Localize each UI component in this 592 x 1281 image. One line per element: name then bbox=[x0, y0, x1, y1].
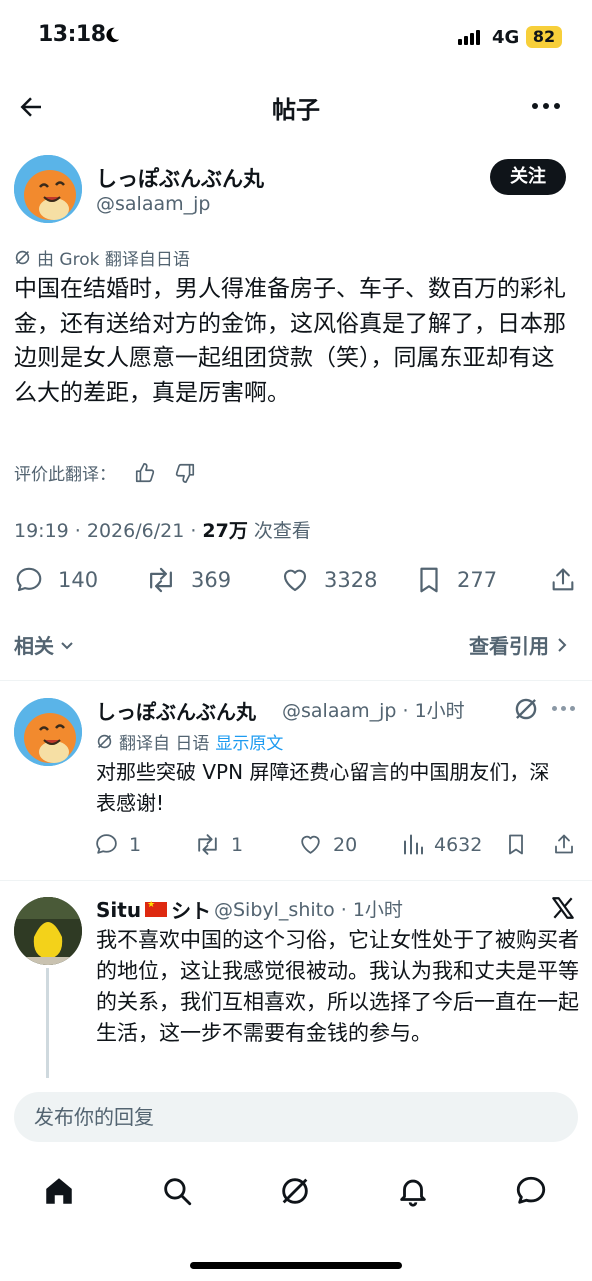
cellular-signal-icon bbox=[458, 30, 480, 45]
bookmark-icon bbox=[415, 565, 443, 595]
status-time: 13:18 bbox=[38, 22, 106, 47]
x-logo-icon[interactable] bbox=[550, 895, 576, 921]
reply-icon bbox=[94, 832, 119, 857]
divider bbox=[0, 880, 592, 881]
reply-author-name[interactable]: しっぽぶんぶん丸 bbox=[96, 696, 256, 725]
reply-reply-count: 1 bbox=[129, 833, 142, 856]
reply-more-options-icon[interactable] bbox=[552, 706, 575, 711]
post-timestamp: 19:19 · 2026/6/21 · bbox=[14, 520, 203, 542]
reply-repost-action[interactable]: 1 bbox=[194, 832, 243, 857]
heart-icon bbox=[298, 832, 323, 857]
reply2-author-avatar[interactable] bbox=[14, 897, 82, 965]
reply-views-action[interactable]: 4632 bbox=[402, 832, 482, 857]
page-title: 帖子 bbox=[272, 96, 320, 124]
author-avatar[interactable] bbox=[14, 155, 82, 223]
repost-count: 369 bbox=[191, 568, 232, 592]
reply-repost-count: 1 bbox=[231, 833, 244, 856]
reply-author-handle[interactable]: @salaam_jp · 1小时 bbox=[282, 696, 465, 723]
views-chart-icon bbox=[402, 832, 424, 857]
thread-line bbox=[46, 968, 49, 1080]
view-count: 27万 bbox=[202, 520, 248, 542]
reply-like-count: 20 bbox=[333, 833, 358, 856]
reply-input[interactable]: 发布你的回复 bbox=[14, 1092, 578, 1142]
divider bbox=[0, 680, 592, 681]
bookmark-action[interactable]: 277 bbox=[415, 565, 497, 595]
follow-button[interactable]: 关注 bbox=[490, 159, 566, 195]
reply-author-avatar[interactable] bbox=[14, 698, 82, 766]
chevron-down-icon bbox=[59, 637, 75, 653]
view-quotes-label: 查看引用 bbox=[469, 634, 549, 658]
repost-icon bbox=[145, 565, 177, 595]
reply-body: 对那些突破 VPN 屏障还费心留言的中国朋友们，深表感谢! bbox=[96, 760, 550, 815]
reply-reply-action[interactable]: 1 bbox=[94, 832, 141, 857]
author-handle[interactable]: @salaam_jp bbox=[96, 193, 210, 215]
repost-action[interactable]: 369 bbox=[145, 565, 231, 595]
post-body: 中国在结婚时，男人得准备房子、车子、数百万的彩礼金，还有送给对方的金饰，这风俗真… bbox=[14, 276, 566, 406]
reply-translation-row: 翻译自 日语 显示原文 bbox=[96, 729, 283, 754]
author-name[interactable]: しっぽぶんぶん丸 bbox=[96, 163, 264, 193]
like-action[interactable]: 3328 bbox=[280, 565, 377, 595]
reply2-body: 我不喜欢中国的这个习俗，它让女性处于了被购买者的地位，这让我感觉很被动。我认为我… bbox=[96, 928, 579, 1045]
grok-icon[interactable] bbox=[513, 696, 539, 722]
view-quotes-link[interactable]: 查看引用 bbox=[469, 630, 569, 659]
grok-small-icon bbox=[96, 733, 113, 750]
reply2-author-name-suffix: シト bbox=[171, 899, 212, 923]
chevron-right-icon bbox=[555, 637, 569, 653]
repost-icon bbox=[194, 832, 221, 857]
like-count: 3328 bbox=[324, 568, 378, 592]
reply2-author-name-prefix: Situ bbox=[96, 897, 142, 922]
view-count-label: 次查看 bbox=[247, 520, 311, 542]
thumbs-up-icon[interactable] bbox=[134, 462, 156, 484]
reply-count: 140 bbox=[58, 568, 99, 592]
reply-bookmark-icon[interactable] bbox=[505, 832, 527, 857]
reply-translated-label: 翻译自 日语 bbox=[119, 734, 210, 754]
messages-icon[interactable] bbox=[514, 1174, 548, 1208]
show-original-link[interactable]: 显示原文 bbox=[215, 729, 283, 754]
related-toggle[interactable]: 相关 bbox=[14, 630, 75, 659]
rate-translation-label: 评价此翻译： bbox=[14, 465, 116, 485]
china-flag-icon bbox=[145, 900, 168, 917]
search-icon[interactable] bbox=[160, 1174, 194, 1208]
reply-icon bbox=[14, 565, 44, 595]
post-meta: 19:19 · 2026/6/21 · 27万 次查看 bbox=[14, 516, 311, 543]
grok-icon bbox=[14, 249, 31, 266]
notifications-bell-icon[interactable] bbox=[396, 1174, 430, 1208]
do-not-disturb-moon-icon bbox=[103, 26, 121, 44]
translation-attribution: 由 Grok 翻译自日语 bbox=[14, 245, 190, 270]
translation-attribution-label: 由 Grok 翻译自日语 bbox=[37, 250, 190, 270]
more-options-icon[interactable] bbox=[532, 103, 560, 109]
heart-icon bbox=[280, 565, 310, 595]
share-icon[interactable] bbox=[549, 565, 577, 595]
rate-translation: 评价此翻译： bbox=[14, 460, 196, 485]
home-icon[interactable] bbox=[42, 1174, 76, 1208]
grok-nav-icon[interactable] bbox=[278, 1174, 312, 1208]
reply-share-icon[interactable] bbox=[552, 832, 576, 857]
reply-like-action[interactable]: 20 bbox=[298, 832, 357, 857]
reply2-author-handle[interactable]: @Sibyl_shito · 1小时 bbox=[214, 895, 403, 922]
related-label: 相关 bbox=[14, 634, 54, 658]
reply-view-count: 4632 bbox=[434, 833, 483, 856]
network-type: 4G bbox=[492, 27, 520, 48]
reply2-author-name[interactable]: Situ シト bbox=[96, 895, 211, 924]
reply-action[interactable]: 140 bbox=[14, 565, 98, 595]
thumbs-down-icon[interactable] bbox=[174, 462, 196, 484]
battery-indicator: 82 bbox=[526, 26, 562, 48]
home-indicator[interactable] bbox=[190, 1262, 402, 1269]
bookmark-count: 277 bbox=[457, 568, 498, 592]
